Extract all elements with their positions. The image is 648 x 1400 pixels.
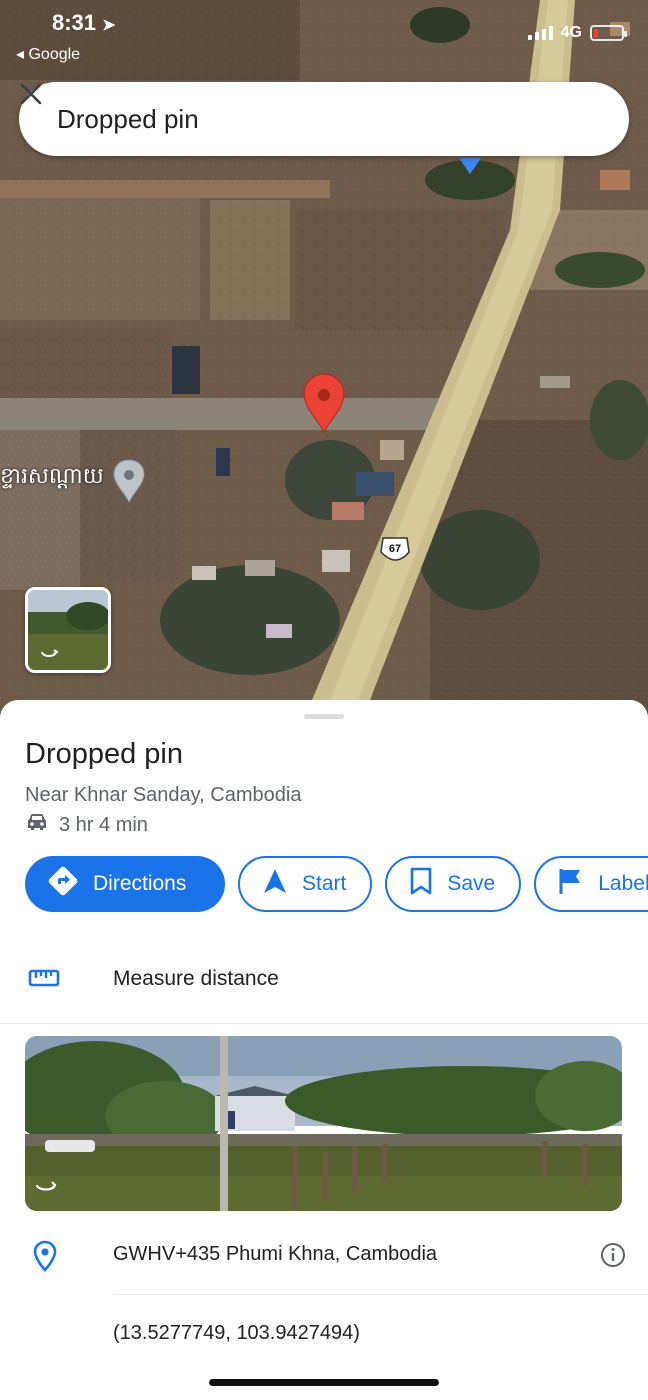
- place-sheet: Dropped pin Near Khnar Sanday, Cambodia …: [0, 700, 648, 1400]
- drive-time-row: 3 hr 4 min: [25, 812, 148, 838]
- label-button[interactable]: Label: [534, 856, 648, 912]
- location-pin-icon: [33, 1240, 57, 1277]
- status-indicators: 4G: [527, 24, 627, 42]
- location-arrow-icon: ➤: [102, 17, 116, 34]
- navigation-arrow-icon: [262, 867, 288, 901]
- street-view-thumbnail-image: [28, 590, 108, 670]
- save-label: Save: [447, 872, 496, 895]
- info-icon[interactable]: [600, 1242, 626, 1273]
- route-shield-number: 67: [388, 543, 402, 555]
- search-input[interactable]: Dropped pin: [57, 104, 579, 135]
- place-subtitle: Near Khnar Sanday, Cambodia: [25, 784, 302, 806]
- close-icon[interactable]: [20, 83, 607, 133]
- address-row[interactable]: GWHV+435 Phumi Khna, Cambodia: [0, 1236, 648, 1276]
- label-label: Label: [598, 872, 648, 895]
- signal-icon: [527, 26, 553, 40]
- start-button[interactable]: Start: [238, 856, 373, 912]
- street-view-thumbnail[interactable]: [25, 587, 111, 673]
- place-title: Dropped pin: [25, 738, 183, 770]
- status-time: 8:31 ➤: [52, 10, 116, 36]
- measure-distance-label: Measure distance: [113, 967, 279, 990]
- ruler-icon: [28, 968, 60, 993]
- save-button[interactable]: Save: [385, 856, 522, 912]
- search-bar[interactable]: Dropped pin: [19, 82, 629, 156]
- directions-button[interactable]: Directions: [25, 856, 225, 912]
- car-icon: [25, 812, 49, 838]
- satellite-map[interactable]: 67 8:31 ➤ ◂ Google 4G Dropped pin ខ្ទារស…: [0, 0, 648, 720]
- 360-view-icon: [33, 1178, 59, 1199]
- screen: 67 8:31 ➤ ◂ Google 4G Dropped pin ខ្ទារស…: [0, 0, 648, 1400]
- measure-distance-row[interactable]: Measure distance: [0, 950, 648, 1008]
- action-chips: Directions Start Save Label: [25, 856, 648, 914]
- start-label: Start: [302, 872, 347, 895]
- back-to-google-link[interactable]: ◂ Google: [16, 44, 80, 64]
- divider: [113, 1294, 648, 1295]
- bookmark-icon: [409, 867, 433, 901]
- plus-code-address: GWHV+435 Phumi Khna, Cambodia: [113, 1243, 438, 1265]
- network-type: 4G: [560, 24, 582, 41]
- map-place-label[interactable]: ខ្ទារសណ្តាយ: [0, 462, 104, 494]
- drive-time-text: 3 hr 4 min: [59, 813, 148, 836]
- sheet-handle[interactable]: [304, 714, 344, 719]
- time-text: 8:31: [52, 10, 97, 35]
- divider: [0, 1023, 648, 1024]
- coordinates-text[interactable]: (13.5277749, 103.9427494): [113, 1322, 360, 1345]
- flag-icon: [558, 867, 584, 901]
- home-indicator[interactable]: [209, 1379, 439, 1386]
- directions-icon: [47, 865, 79, 903]
- directions-label: Directions: [93, 872, 187, 895]
- street-view-photo[interactable]: [25, 1036, 622, 1211]
- battery-icon: [590, 25, 627, 41]
- street-view-photo-image: [25, 1036, 622, 1211]
